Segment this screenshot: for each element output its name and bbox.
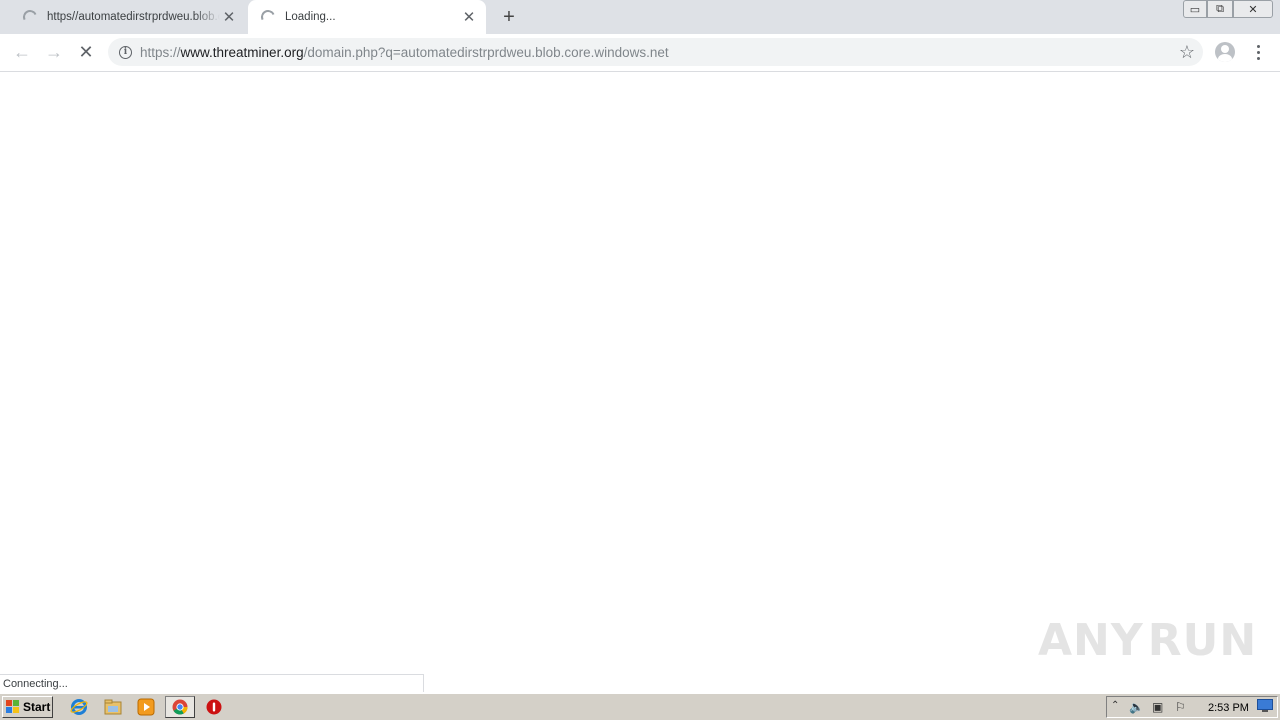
tab-loading[interactable]: Loading... ✕ xyxy=(248,0,486,34)
start-button[interactable]: Start xyxy=(2,696,53,718)
tab-blob[interactable]: https//automatedirstrprdweu.blob.core.wi… xyxy=(10,0,246,34)
volume-icon[interactable]: 🔈 xyxy=(1129,700,1144,714)
restore-button[interactable]: ⧉ xyxy=(1207,0,1233,18)
close-window-button[interactable]: ✕ xyxy=(1233,0,1273,18)
chrome-taskbar-button[interactable] xyxy=(165,696,195,718)
tab-title: https//automatedirstrprdweu.blob.core.wi… xyxy=(47,11,220,23)
browser-menu-icon[interactable] xyxy=(1250,42,1266,62)
bookmark-star-icon[interactable]: ☆ xyxy=(1179,42,1195,62)
browser-toolbar: ← → ✕ i https://www.threatminer.org/doma… xyxy=(0,34,1280,72)
chrome-icon xyxy=(172,699,188,715)
watermark-left: ANY xyxy=(1038,614,1144,666)
show-desktop-icon[interactable] xyxy=(1257,699,1273,716)
network-icon[interactable]: ▣ xyxy=(1152,700,1163,714)
tab-strip: https//automatedirstrprdweu.blob.core.wi… xyxy=(0,0,1280,34)
tab-title: Loading... xyxy=(285,11,336,23)
new-tab-button[interactable]: + xyxy=(498,6,520,28)
status-bubble: Connecting... xyxy=(0,674,424,692)
url-scheme: https:// xyxy=(140,44,181,60)
internet-explorer-icon[interactable] xyxy=(68,697,90,717)
show-hidden-icons-icon[interactable]: ⌃ xyxy=(1111,700,1119,711)
media-player-icon[interactable] xyxy=(135,697,157,717)
loading-spinner-icon xyxy=(21,8,39,26)
system-tray: ⌃ 🔈 ▣ ⚐ 2:53 PM xyxy=(1106,696,1278,718)
start-label: Start xyxy=(23,700,51,714)
tab-close-icon[interactable]: ✕ xyxy=(220,8,238,26)
url-text[interactable]: https://www.threatminer.org/domain.php?q… xyxy=(140,45,669,60)
site-info-icon[interactable]: i xyxy=(119,45,132,59)
tab-close-icon[interactable]: ✕ xyxy=(460,8,478,26)
windows-logo-icon xyxy=(6,700,20,714)
anyrun-watermark: ANY RUN xyxy=(1038,610,1256,670)
url-path: /domain.php?q=automatedirstrprdweu.blob.… xyxy=(303,44,669,60)
url-host: www.threatminer.org xyxy=(180,44,304,60)
taskbar: Start ⌃ 🔈 ▣ ⚐ 2:53 PM xyxy=(0,693,1280,720)
clock[interactable]: 2:53 PM xyxy=(1208,702,1249,714)
watermark-right: RUN xyxy=(1147,614,1258,666)
minimize-button[interactable]: ▭ xyxy=(1183,0,1207,18)
address-bar[interactable]: i https://www.threatminer.org/domain.php… xyxy=(108,38,1203,66)
profile-avatar-icon[interactable] xyxy=(1215,42,1235,62)
page-content xyxy=(0,72,1280,692)
action-center-flag-icon[interactable]: ⚐ xyxy=(1175,700,1186,714)
loading-spinner-icon xyxy=(259,8,277,26)
file-explorer-icon[interactable] xyxy=(102,697,124,717)
back-button[interactable]: ← xyxy=(9,39,35,65)
opera-stop-icon[interactable] xyxy=(203,697,225,717)
forward-button[interactable]: → xyxy=(41,39,67,65)
stop-loading-button[interactable]: ✕ xyxy=(73,39,99,65)
